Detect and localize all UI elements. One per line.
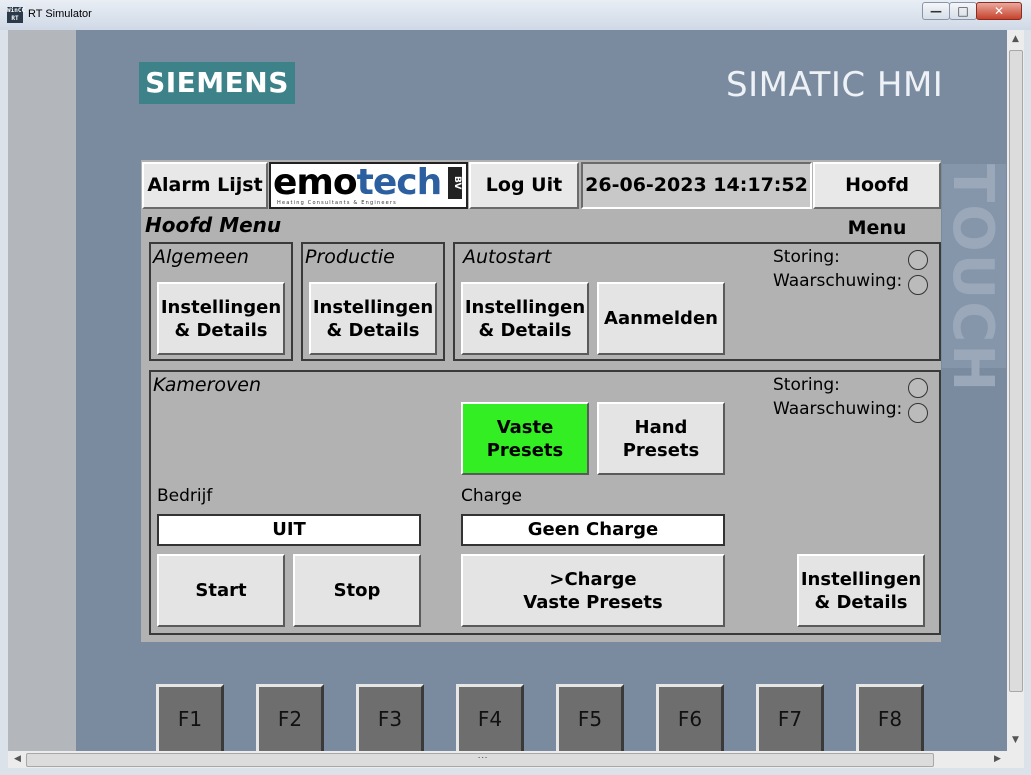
f6-key[interactable]: F6 (656, 684, 724, 751)
window-frame-right (1024, 30, 1031, 775)
emotech-tech: tech (356, 162, 443, 203)
minimize-button[interactable]: — (922, 2, 950, 20)
button-line: & Details (814, 591, 908, 613)
productie-settings-button[interactable]: Instellingen & Details (309, 282, 437, 355)
autostart-storing-indicator (908, 250, 928, 270)
touch-label: TOUCH (940, 164, 1006, 394)
emotech-logo: emotech BV Heating Consultants & Enginee… (269, 162, 468, 209)
logout-button[interactable]: Log Uit (469, 162, 579, 209)
hmi-device: SIEMENS SIMATIC HMI TOUCH Alarm Lijst em… (8, 30, 1007, 751)
f7-key[interactable]: F7 (756, 684, 824, 751)
hmi-screen: Alarm Lijst emotech BV Heating Consultan… (141, 160, 941, 642)
vertical-scrollbar[interactable]: ▲ ▼ (1007, 30, 1024, 751)
datetime-display: 26-06-2023 14:17:52 (581, 162, 812, 209)
button-line: Presets (622, 439, 700, 461)
kameroven-title: Kameroven (153, 374, 262, 396)
autostart-title: Autostart (463, 246, 552, 268)
kameroven-settings-button[interactable]: Instellingen & Details (797, 554, 925, 627)
touch-text: TOUCH (940, 164, 1005, 394)
scroll-up-icon[interactable]: ▲ (1008, 32, 1023, 47)
autostart-waarschuwing-indicator (908, 275, 928, 295)
charge-label: Charge (461, 486, 523, 506)
window-frame-bottom (0, 768, 1031, 775)
f3-key[interactable]: F3 (356, 684, 424, 751)
company-status-field: UIT (157, 514, 421, 546)
kameroven-waarschuwing-label: Waarschuwing: (773, 399, 903, 419)
kameroven-waarschuwing-indicator (908, 403, 928, 423)
algemeen-title: Algemeen (153, 246, 249, 268)
f8-key[interactable]: F8 (856, 684, 924, 751)
window-title: RT Simulator (28, 8, 92, 20)
autostart-waarschuwing-label: Waarschuwing: (773, 271, 903, 291)
f4-key[interactable]: F4 (456, 684, 524, 751)
horizontal-scrollbar[interactable]: ◀ ⋮ ▶ (8, 751, 1007, 768)
button-line: Instellingen (800, 568, 922, 590)
scroll-left-icon[interactable]: ◀ (10, 752, 25, 767)
horizontal-scroll-thumb[interactable]: ⋮ (26, 753, 934, 767)
button-line: Instellingen (160, 296, 282, 318)
button-line: Presets (486, 439, 564, 461)
alarm-list-button[interactable]: Alarm Lijst (142, 162, 268, 209)
hand-presets-button[interactable]: Hand Presets (597, 402, 725, 475)
button-line: & Details (478, 319, 572, 341)
kameroven-storing-label: Storing: (773, 375, 840, 395)
emotech-tagline: Heating Consultants & Engineers (277, 200, 397, 206)
page-title: Hoofd Menu (145, 213, 282, 237)
f1-key[interactable]: F1 (156, 684, 224, 751)
siemens-logo: SIEMENS (139, 62, 295, 104)
emotech-bv: BV (448, 167, 462, 199)
button-line: Instellingen (464, 296, 586, 318)
f5-key[interactable]: F5 (556, 684, 624, 751)
autostart-panel: Autostart Instellingen & Details Aanmeld… (453, 242, 941, 361)
login-button[interactable]: Aanmelden (597, 282, 725, 355)
device-left-edge (8, 30, 76, 751)
scroll-grip-icon: ⋮ (476, 752, 488, 763)
autostart-settings-button[interactable]: Instellingen & Details (461, 282, 589, 355)
wincc-app-icon: WinCC RT (7, 7, 26, 23)
button-line: Instellingen (312, 296, 434, 318)
kameroven-panel: Kameroven Storing: Waarschuwing: Vaste P… (149, 370, 941, 635)
resize-grip[interactable] (1007, 751, 1024, 768)
productie-panel: Productie Instellingen & Details (301, 242, 445, 361)
maximize-button[interactable]: □ (949, 2, 977, 20)
emotech-wordmark: emotech (273, 162, 443, 203)
emotech-emo: emo (273, 162, 358, 203)
vertical-scroll-thumb[interactable] (1009, 50, 1023, 692)
start-button[interactable]: Start (157, 554, 285, 627)
button-line: Vaste Presets (523, 591, 663, 613)
algemeen-panel: Algemeen Instellingen & Details (149, 242, 293, 361)
fixed-presets-button[interactable]: Vaste Presets (461, 402, 589, 475)
autostart-storing-label: Storing: (773, 247, 840, 267)
button-line: & Details (174, 319, 268, 341)
stop-button[interactable]: Stop (293, 554, 421, 627)
scroll-right-icon[interactable]: ▶ (990, 752, 1005, 767)
window-titlebar: WinCC RT RT Simulator — □ ✕ (0, 0, 1031, 30)
button-line: >Charge (549, 568, 637, 590)
simatic-hmi-label: SIMATIC HMI (726, 65, 944, 105)
button-line: Vaste (496, 416, 554, 438)
scroll-down-icon[interactable]: ▼ (1008, 733, 1023, 748)
charge-fixed-presets-button[interactable]: >Charge Vaste Presets (461, 554, 725, 627)
window-frame-left (0, 30, 8, 775)
main-menu-button[interactable]: Hoofd Menu (813, 162, 941, 239)
algemeen-settings-button[interactable]: Instellingen & Details (157, 282, 285, 355)
productie-title: Productie (305, 246, 395, 268)
charge-status-field: Geen Charge (461, 514, 725, 546)
f2-key[interactable]: F2 (256, 684, 324, 751)
button-line: & Details (326, 319, 420, 341)
company-label: Bedrijf (157, 486, 213, 506)
close-button[interactable]: ✕ (976, 2, 1022, 20)
kameroven-storing-indicator (908, 378, 928, 398)
button-line: Hand (634, 416, 688, 438)
